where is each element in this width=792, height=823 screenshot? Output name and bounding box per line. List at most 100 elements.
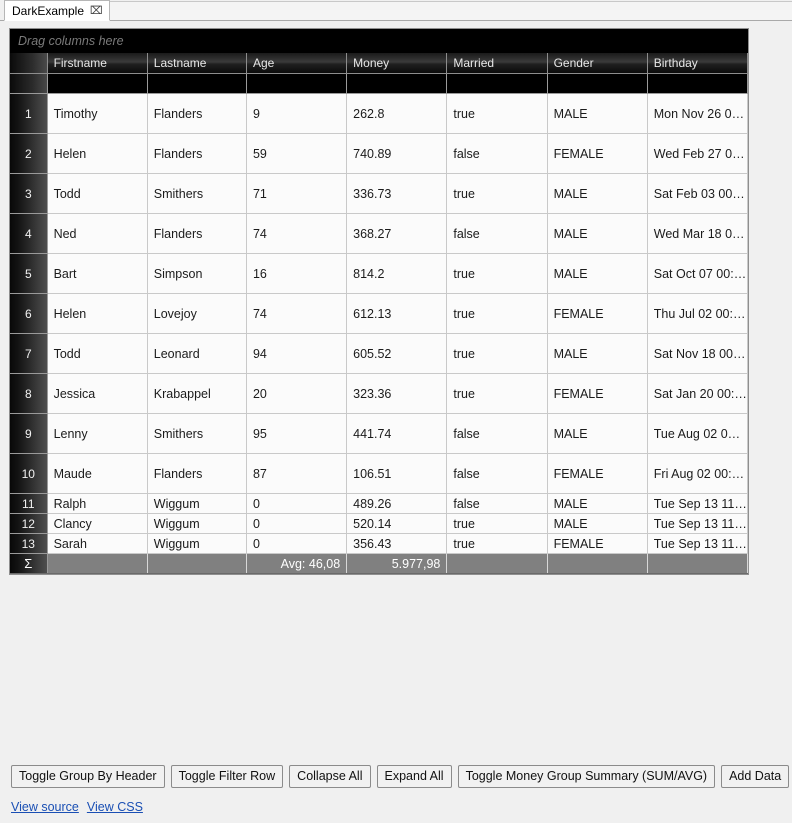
cell-firstname[interactable]: Bart (47, 253, 148, 294)
view-source-link[interactable]: View source (11, 800, 79, 814)
cell-money[interactable]: 106.51 (346, 453, 448, 494)
cell-gender[interactable]: MALE (547, 493, 648, 514)
table-row[interactable]: 4 Ned Flanders 74 368.27 false MALE Wed … (10, 213, 749, 254)
cell-money[interactable]: 489.26 (346, 493, 448, 514)
cell-firstname[interactable]: Ralph (47, 493, 148, 514)
cell-age[interactable]: 0 (246, 513, 348, 534)
cell-married[interactable]: true (446, 513, 548, 534)
table-row[interactable]: 6 Helen Lovejoy 74 612.13 true FEMALE Th… (10, 293, 749, 334)
table-row[interactable]: 1 Timothy Flanders 9 262.8 true MALE Mon… (10, 93, 749, 134)
filter-input-birthday[interactable] (647, 73, 749, 94)
row-number[interactable]: 12 (10, 513, 48, 534)
row-number[interactable]: 5 (10, 253, 48, 294)
table-row[interactable]: 11 Ralph Wiggum 0 489.26 false MALE Tue … (10, 493, 749, 514)
cell-birthday[interactable]: Sat Feb 03 00:0… (647, 173, 749, 214)
cell-lastname[interactable]: Flanders (147, 213, 247, 254)
cell-married[interactable]: false (446, 413, 548, 454)
cell-money[interactable]: 441.74 (346, 413, 448, 454)
cell-firstname[interactable]: Todd (47, 333, 148, 374)
table-row[interactable]: 3 Todd Smithers 71 336.73 true MALE Sat … (10, 173, 749, 214)
row-number[interactable]: 8 (10, 373, 48, 414)
cell-birthday[interactable]: Sat Nov 18 00:… (647, 333, 749, 374)
row-number[interactable]: 10 (10, 453, 48, 494)
cell-gender[interactable]: MALE (547, 333, 648, 374)
cell-lastname[interactable]: Simpson (147, 253, 247, 294)
cell-birthday[interactable]: Mon Nov 26 0… (647, 93, 749, 134)
cell-birthday[interactable]: Wed Mar 18 00… (647, 213, 749, 254)
cell-age[interactable]: 16 (246, 253, 348, 294)
cell-birthday[interactable]: Sat Oct 07 00:0… (647, 253, 749, 294)
row-number[interactable]: 3 (10, 173, 48, 214)
cell-lastname[interactable]: Wiggum (147, 533, 247, 554)
cell-lastname[interactable]: Wiggum (147, 493, 247, 514)
cell-married[interactable]: true (446, 173, 548, 214)
row-number[interactable]: 2 (10, 133, 48, 174)
cell-lastname[interactable]: Smithers (147, 173, 247, 214)
cell-money[interactable]: 323.36 (346, 373, 448, 414)
filter-input-lastname[interactable] (147, 73, 247, 94)
cell-gender[interactable]: FEMALE (547, 293, 648, 334)
close-icon[interactable]: ⌧ (90, 5, 103, 16)
cell-birthday[interactable]: Fri Aug 02 00:0… (647, 453, 749, 494)
cell-money[interactable]: 356.43 (346, 533, 448, 554)
table-row[interactable]: 5 Bart Simpson 16 814.2 true MALE Sat Oc… (10, 253, 749, 294)
filter-input-age[interactable] (246, 73, 348, 94)
filter-input-gender[interactable] (547, 73, 648, 94)
cell-married[interactable]: true (446, 253, 548, 294)
cell-money[interactable]: 605.52 (346, 333, 448, 374)
column-header-money[interactable]: Money (346, 53, 448, 74)
cell-age[interactable]: 0 (246, 533, 348, 554)
cell-firstname[interactable]: Clancy (47, 513, 148, 534)
cell-birthday[interactable]: Sat Jan 20 00:0… (647, 373, 749, 414)
cell-lastname[interactable]: Leonard (147, 333, 247, 374)
cell-gender[interactable]: FEMALE (547, 453, 648, 494)
cell-birthday[interactable]: Tue Sep 13 11:… (647, 513, 749, 534)
cell-lastname[interactable]: Krabappel (147, 373, 247, 414)
cell-firstname[interactable]: Helen (47, 133, 148, 174)
cell-gender[interactable]: FEMALE (547, 533, 648, 554)
cell-firstname[interactable]: Maude (47, 453, 148, 494)
cell-age[interactable]: 94 (246, 333, 348, 374)
cell-married[interactable]: false (446, 493, 548, 514)
cell-age[interactable]: 0 (246, 493, 348, 514)
cell-married[interactable]: false (446, 213, 548, 254)
cell-age[interactable]: 74 (246, 293, 348, 334)
cell-married[interactable]: true (446, 533, 548, 554)
table-row[interactable]: 10 Maude Flanders 87 106.51 false FEMALE… (10, 453, 749, 494)
cell-gender[interactable]: MALE (547, 213, 648, 254)
table-row[interactable]: 8 Jessica Krabappel 20 323.36 true FEMAL… (10, 373, 749, 414)
cell-married[interactable]: false (446, 453, 548, 494)
toggle-money-group-summary-button[interactable]: Toggle Money Group Summary (SUM/AVG) (457, 765, 716, 788)
row-number[interactable]: 9 (10, 413, 48, 454)
cell-married[interactable]: true (446, 333, 548, 374)
row-number[interactable]: 11 (10, 493, 48, 514)
cell-gender[interactable]: FEMALE (547, 373, 648, 414)
cell-married[interactable]: true (446, 293, 548, 334)
cell-gender[interactable]: FEMALE (547, 133, 648, 174)
cell-age[interactable]: 95 (246, 413, 348, 454)
row-number[interactable]: 1 (10, 93, 48, 134)
cell-birthday[interactable]: Tue Sep 13 11:… (647, 533, 749, 554)
cell-money[interactable]: 336.73 (346, 173, 448, 214)
cell-firstname[interactable]: Helen (47, 293, 148, 334)
add-data-button[interactable]: Add Data (721, 765, 790, 788)
cell-money[interactable]: 740.89 (346, 133, 448, 174)
column-header-firstname[interactable]: Firstname (47, 53, 148, 74)
filter-input-firstname[interactable] (47, 73, 148, 94)
cell-firstname[interactable]: Ned (47, 213, 148, 254)
table-row[interactable]: 2 Helen Flanders 59 740.89 false FEMALE … (10, 133, 749, 174)
expand-all-button[interactable]: Expand All (376, 765, 452, 788)
cell-age[interactable]: 74 (246, 213, 348, 254)
collapse-all-button[interactable]: Collapse All (289, 765, 371, 788)
table-row[interactable]: 12 Clancy Wiggum 0 520.14 true MALE Tue … (10, 513, 749, 534)
cell-firstname[interactable]: Lenny (47, 413, 148, 454)
cell-age[interactable]: 59 (246, 133, 348, 174)
row-number[interactable]: 4 (10, 213, 48, 254)
cell-lastname[interactable]: Flanders (147, 93, 247, 134)
filter-input-money[interactable] (346, 73, 448, 94)
group-by-panel[interactable]: Drag columns here (10, 29, 748, 53)
cell-firstname[interactable]: Sarah (47, 533, 148, 554)
cell-married[interactable]: false (446, 133, 548, 174)
toggle-group-by-header-button[interactable]: Toggle Group By Header (11, 765, 165, 788)
column-header-lastname[interactable]: Lastname (147, 53, 247, 74)
